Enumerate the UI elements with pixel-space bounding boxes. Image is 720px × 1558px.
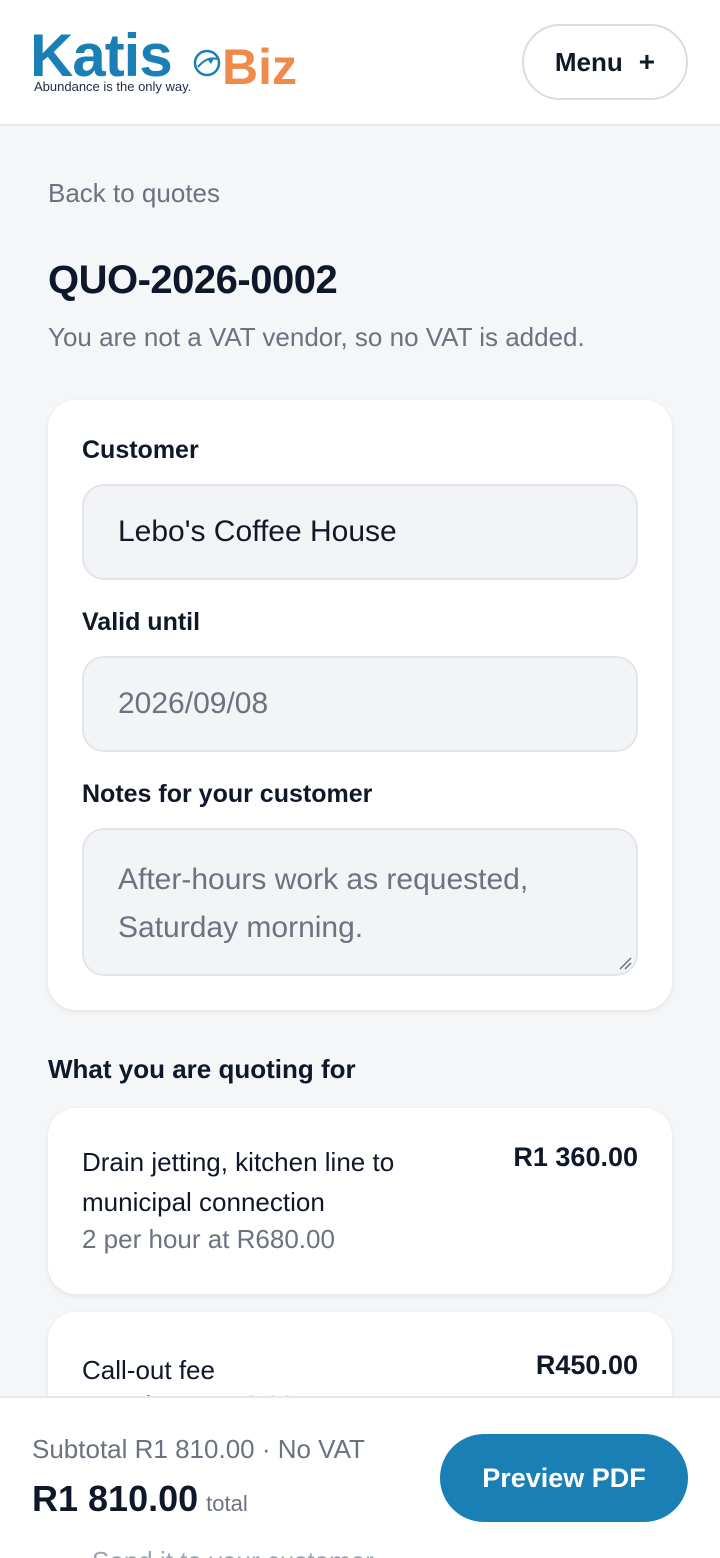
- vat-note: You are not a VAT vendor, so no VAT is a…: [48, 322, 585, 352]
- customer-label: Customer: [82, 436, 199, 464]
- quote-number-title: QUO-2026-0002: [48, 258, 338, 302]
- line-item-price: R450.00: [535, 1350, 638, 1380]
- top-bar: Katis Biz Abundance is the only way. Men…: [0, 0, 720, 126]
- resize-handle-icon[interactable]: [618, 956, 632, 970]
- customer-field[interactable]: Lebo's Coffee House: [82, 484, 638, 580]
- sticky-total-bar: Subtotal R1 810.00 · No VAT R1 810.00 tot…: [0, 1396, 720, 1558]
- line-item-detail: 2 per hour at R680.00: [82, 1224, 335, 1254]
- katisbiz-logo[interactable]: Katis Biz Abundance is the only way.: [30, 26, 320, 100]
- subtotal-text: Subtotal R1 810.00 · No VAT: [32, 1434, 365, 1464]
- back-to-quotes-link[interactable]: Back to quotes: [48, 178, 220, 209]
- logo-text-katis: Katis: [30, 22, 173, 89]
- preview-pdf-button[interactable]: Preview PDF: [440, 1434, 688, 1522]
- notes-text: After-hours work as requested, Saturday …: [118, 863, 529, 944]
- total-amount: R1 810.00 total: [32, 1478, 248, 1520]
- notes-label: Notes for your customer: [82, 780, 373, 808]
- globe-icon: [193, 49, 221, 77]
- total-value: R1 810.00: [32, 1478, 199, 1519]
- quote-details-card: Customer Lebo's Coffee House Valid until…: [48, 400, 672, 1010]
- valid-until-date-input[interactable]: 2026/09/08: [82, 656, 638, 752]
- logo-text-biz: Biz: [222, 39, 297, 95]
- plus-icon: +: [638, 46, 656, 77]
- total-suffix: total: [206, 1491, 248, 1516]
- menu-button[interactable]: Menu +: [522, 24, 688, 100]
- logo-tagline: Abundance is the only way.: [34, 79, 192, 94]
- line-item-card[interactable]: Drain jetting, kitchen line to municipal…: [48, 1108, 672, 1294]
- line-items-heading: What you are quoting for: [48, 1054, 356, 1084]
- valid-until-label: Valid until: [82, 608, 201, 636]
- line-item-title: Drain jetting, kitchen line to municipal…: [82, 1147, 395, 1217]
- menu-label: Menu: [554, 46, 623, 77]
- line-item-price: R1 360.00: [513, 1142, 638, 1172]
- notes-textarea[interactable]: After-hours work as requested, Saturday …: [82, 828, 638, 976]
- send-to-customer-peek: Send it to your customer: [92, 1546, 374, 1558]
- line-item-title: Call-out fee: [82, 1355, 215, 1385]
